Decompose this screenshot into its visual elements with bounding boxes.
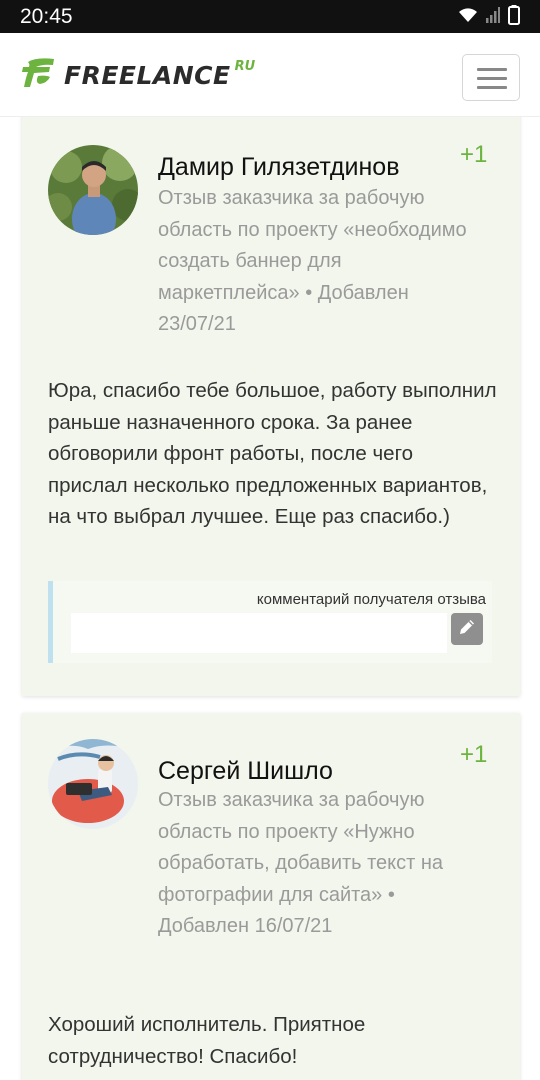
wifi-icon bbox=[458, 7, 478, 28]
author-name[interactable]: Сергей Шишло bbox=[158, 757, 333, 786]
menu-bar-icon bbox=[477, 68, 507, 71]
edit-comment-button[interactable] bbox=[451, 613, 483, 645]
menu-bar-icon bbox=[477, 77, 507, 80]
review-meta: Отзыв заказчика за рабочую область по пр… bbox=[158, 789, 444, 937]
review-text: Юра, спасибо тебе большое, работу выполн… bbox=[48, 379, 497, 528]
logo-text: FREELANCE bbox=[64, 60, 231, 90]
review-meta: Отзыв заказчика за рабочую область по пр… bbox=[158, 187, 467, 335]
menu-bar-icon bbox=[477, 86, 507, 89]
author-name[interactable]: Дамир Гилязетдинов bbox=[158, 153, 399, 182]
logo-suffix: RU bbox=[234, 59, 256, 74]
status-time: 20:45 bbox=[20, 5, 73, 28]
avatar[interactable] bbox=[48, 145, 138, 235]
reviews-feed[interactable]: Дамир Гилязетдинов +1 Отзыв заказчика за… bbox=[0, 117, 540, 1080]
review-score: +1 bbox=[460, 741, 488, 768]
review-card: Сергей Шишло +1 Отзыв заказчика за рабоч… bbox=[22, 713, 520, 1080]
review-text: Хороший исполнитель. Приятное сотрудниче… bbox=[48, 1013, 366, 1068]
review-card: Дамир Гилязетдинов +1 Отзыв заказчика за… bbox=[22, 117, 520, 696]
avatar[interactable] bbox=[48, 739, 138, 829]
app-header: FREELANCE RU bbox=[0, 33, 540, 117]
pencil-icon bbox=[457, 617, 477, 642]
reply-block: комментарий получателя отзыва bbox=[48, 581, 492, 663]
hamburger-menu-button[interactable] bbox=[462, 54, 520, 101]
logo-mark-icon bbox=[20, 56, 60, 95]
status-icons bbox=[458, 4, 520, 30]
reply-label: комментарий получателя отзыва bbox=[256, 591, 486, 608]
freelance-logo[interactable]: FREELANCE RU bbox=[20, 55, 255, 95]
battery-icon bbox=[508, 4, 520, 30]
status-bar: 20:45 bbox=[0, 0, 540, 33]
reply-input[interactable] bbox=[71, 613, 447, 653]
signal-icon bbox=[486, 6, 500, 28]
review-score: +1 bbox=[460, 141, 488, 168]
